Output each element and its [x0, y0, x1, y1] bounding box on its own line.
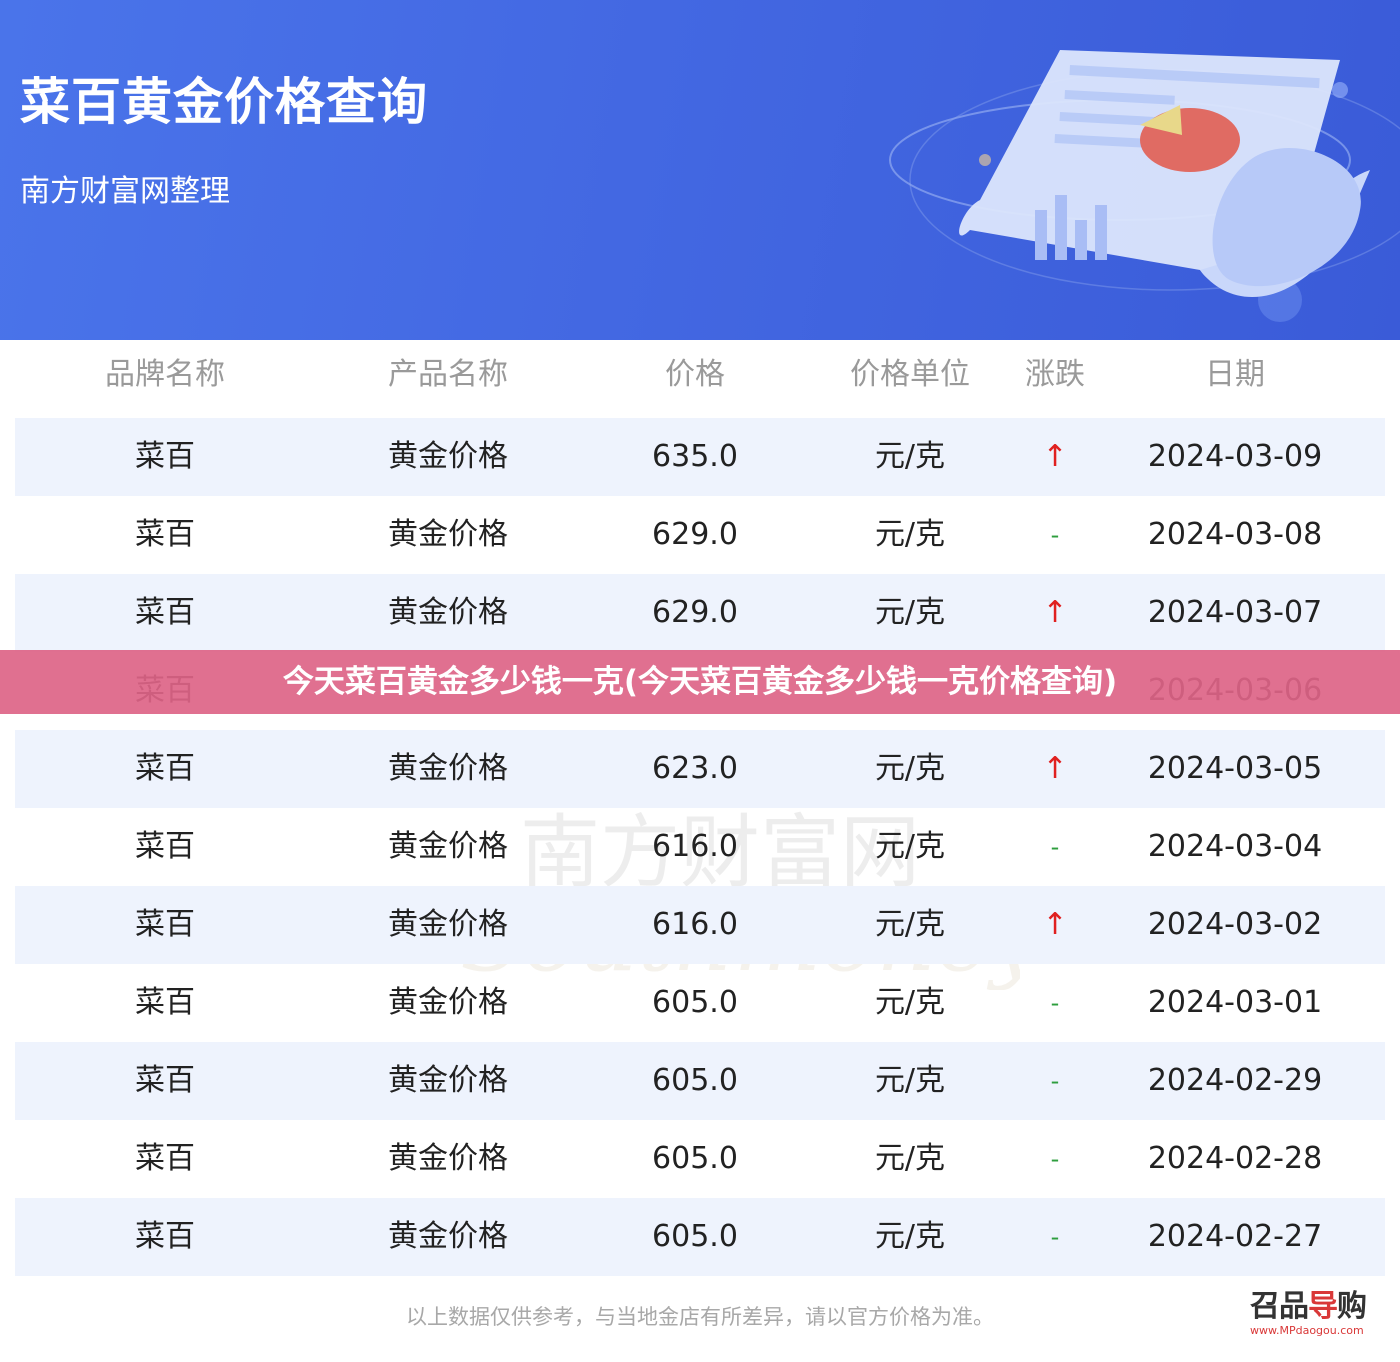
cell-product: 黄金价格 [388, 1141, 508, 1176]
table-row: 菜百 黄金价格 616.0 元/克 ↑ 2024-03-02 [15, 886, 1385, 964]
cell-unit: 元/克 [874, 1063, 946, 1098]
cell-date: 2024-03-05 [1147, 751, 1323, 786]
cell-product: 黄金价格 [388, 1063, 508, 1098]
cell-unit: 元/克 [874, 1219, 946, 1254]
report-illustration-icon [889, 50, 1400, 322]
logo-name: 召品导购 [1250, 1290, 1380, 1324]
cell-unit: 元/克 [874, 1141, 946, 1176]
cell-date: 2024-03-04 [1147, 829, 1323, 864]
page-subtitle: 南方财富网整理 [20, 174, 230, 209]
logo-name-part3: 购 [1337, 1289, 1367, 1324]
table-row: 菜百 黄金价格 605.0 元/克 - 2024-03-01 [15, 964, 1385, 1042]
up-arrow-icon: ↑ [1042, 439, 1068, 474]
cell-price: 605.0 [652, 1063, 738, 1098]
table-row: 菜百 黄金价格 605.0 元/克 - 2024-02-27 [15, 1198, 1385, 1276]
cell-unit: 元/克 [874, 907, 946, 942]
price-table: 品牌名称 产品名称 价格 价格单位 涨跌 日期 菜百 黄金价格 635.0 元/… [15, 340, 1385, 1276]
cell-unit: 元/克 [874, 829, 946, 864]
logo-name-part1: 召品 [1250, 1289, 1309, 1324]
table-row: 菜百 黄金价格 629.0 元/克 - 2024-03-08 [15, 496, 1385, 574]
logo-url: www.MPdaogou.com [1250, 1324, 1364, 1337]
table-row: 菜百 黄金价格 605.0 元/克 - 2024-02-29 [15, 1042, 1385, 1120]
header-banner: 菜百黄金价格查询 南方财富网整理 [0, 0, 1400, 340]
no-change-dash-icon: - [1050, 833, 1060, 861]
cell-brand: 菜百 [135, 439, 195, 474]
cell-price: 605.0 [652, 1219, 738, 1254]
cell-brand: 菜百 [135, 751, 195, 786]
cell-price: 616.0 [652, 829, 738, 864]
cell-brand: 菜百 [135, 595, 195, 630]
column-header-unit: 价格单位 [850, 357, 970, 392]
cell-product: 黄金价格 [388, 439, 508, 474]
no-change-dash-icon: - [1050, 1145, 1060, 1173]
cell-price: 623.0 [652, 751, 738, 786]
cell-date: 2024-03-01 [1147, 985, 1323, 1020]
cell-product: 黄金价格 [388, 829, 508, 864]
cell-date: 2024-03-08 [1147, 517, 1323, 552]
page-title: 菜百黄金价格查询 [20, 73, 428, 131]
cell-brand: 菜百 [135, 1141, 195, 1176]
column-header-product: 产品名称 [388, 357, 508, 392]
article-title-text[interactable]: 今天菜百黄金多少钱一克(今天菜百黄金多少钱一克价格查询) [0, 650, 1400, 714]
table-row: 菜百 黄金价格 623.0 元/克 ↑ 2024-03-05 [15, 730, 1385, 808]
cell-brand: 菜百 [135, 907, 195, 942]
cell-date: 2024-03-02 [1147, 907, 1323, 942]
cell-product: 黄金价格 [388, 595, 508, 630]
table-row: 菜百 黄金价格 629.0 元/克 ↑ 2024-03-07 [15, 574, 1385, 652]
cell-price: 605.0 [652, 985, 738, 1020]
cell-unit: 元/克 [874, 439, 946, 474]
column-header-date: 日期 [1205, 357, 1265, 392]
no-change-dash-icon: - [1050, 989, 1060, 1017]
cell-brand: 菜百 [135, 1219, 195, 1254]
cell-brand: 菜百 [135, 829, 195, 864]
mpdaogou-logo: 召品导购 www.MPdaogou.com [1250, 1290, 1380, 1340]
logo-name-part2: 导 [1308, 1289, 1338, 1324]
table-row: 菜百 黄金价格 605.0 元/克 - 2024-02-28 [15, 1120, 1385, 1198]
cell-price: 629.0 [652, 517, 738, 552]
cell-date: 2024-03-09 [1147, 439, 1323, 474]
cell-price: 605.0 [652, 1141, 738, 1176]
cell-date: 2024-02-28 [1147, 1141, 1323, 1176]
no-change-dash-icon: - [1050, 1067, 1060, 1095]
table-row: 菜百 黄金价格 616.0 元/克 - 2024-03-04 [15, 808, 1385, 886]
cell-unit: 元/克 [874, 595, 946, 630]
cell-price: 635.0 [652, 439, 738, 474]
cell-price: 629.0 [652, 595, 738, 630]
cell-product: 黄金价格 [388, 517, 508, 552]
up-arrow-icon: ↑ [1042, 751, 1068, 786]
up-arrow-icon: ↑ [1042, 595, 1068, 630]
cell-product: 黄金价格 [388, 985, 508, 1020]
column-header-price: 价格 [665, 357, 725, 392]
cell-brand: 菜百 [135, 985, 195, 1020]
table-row: 菜百 黄金价格 635.0 元/克 ↑ 2024-03-09 [15, 418, 1385, 496]
column-header-brand: 品牌名称 [105, 357, 225, 392]
no-change-dash-icon: - [1050, 1223, 1060, 1251]
cell-product: 黄金价格 [388, 751, 508, 786]
cell-unit: 元/克 [874, 751, 946, 786]
cell-unit: 元/克 [874, 517, 946, 552]
cell-unit: 元/克 [874, 985, 946, 1020]
cell-date: 2024-03-07 [1147, 595, 1323, 630]
footer-disclaimer: 以上数据仅供参考，与当地金店有所差异，请以官方价格为准。 [406, 1305, 994, 1329]
article-title-banner[interactable]: 今天菜百黄金多少钱一克(今天菜百黄金多少钱一克价格查询) [0, 650, 1400, 714]
cell-product: 黄金价格 [388, 1219, 508, 1254]
up-arrow-icon: ↑ [1042, 907, 1068, 942]
cell-brand: 菜百 [135, 517, 195, 552]
cell-date: 2024-02-27 [1147, 1219, 1323, 1254]
cell-date: 2024-02-29 [1147, 1063, 1323, 1098]
column-header-change: 涨跌 [1025, 357, 1085, 392]
cell-product: 黄金价格 [388, 907, 508, 942]
table-header: 品牌名称 产品名称 价格 价格单位 涨跌 日期 [15, 340, 1385, 418]
cell-price: 616.0 [652, 907, 738, 942]
no-change-dash-icon: - [1050, 521, 1060, 549]
cell-brand: 菜百 [135, 1063, 195, 1098]
